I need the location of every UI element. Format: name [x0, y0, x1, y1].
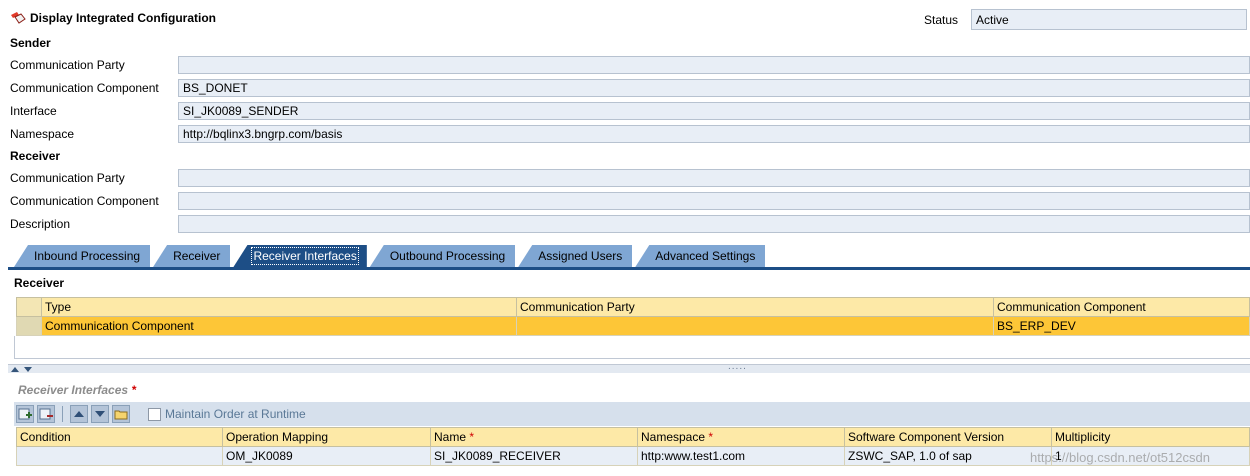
column-header-communication-component[interactable]: Communication Component	[993, 297, 1250, 317]
splitter-grip-icon[interactable]: .....	[728, 361, 747, 372]
row-selector[interactable]	[16, 316, 42, 336]
receiver-table-heading: Receiver	[14, 276, 65, 290]
cell-name[interactable]: SI_JK0089_RECEIVER	[430, 446, 638, 466]
cell-namespace[interactable]: http:www.test1.com	[637, 446, 845, 466]
receiver-interfaces-toolbar: Maintain Order at Runtime	[14, 402, 1250, 426]
column-header-operation-mapping[interactable]: Operation Mapping	[222, 427, 431, 447]
receiver-heading: Receiver	[10, 149, 61, 163]
select-all-cell[interactable]	[16, 297, 42, 317]
receiver-table: Type Communication Party Communication C…	[16, 297, 1250, 336]
sender-component-label: Communication Component	[10, 81, 159, 95]
cell-communication-component: BS_ERP_DEV	[993, 316, 1250, 336]
sender-interface-label: Interface	[10, 104, 57, 118]
column-header-multiplicity[interactable]: Multiplicity	[1051, 427, 1250, 447]
table-row[interactable]: Communication Component BS_ERP_DEV	[16, 316, 1250, 336]
cell-condition[interactable]	[16, 446, 223, 466]
tab-advanced-settings[interactable]: Advanced Settings	[635, 245, 766, 267]
open-folder-icon[interactable]	[112, 405, 130, 423]
tab-strip: Inbound Processing Receiver Receiver Int…	[14, 245, 768, 267]
sender-interface-field[interactable]: SI_JK0089_SENDER	[178, 102, 1250, 120]
tab-inbound-processing[interactable]: Inbound Processing	[14, 245, 151, 267]
page-title-text: Display Integrated Configuration	[30, 11, 217, 25]
receiver-table-empty-area	[14, 336, 1250, 359]
sender-heading: Sender	[10, 36, 51, 50]
receiver-party-label: Communication Party	[10, 171, 125, 185]
cell-operation-mapping[interactable]: OM_JK0089	[222, 446, 431, 466]
description-field[interactable]	[178, 215, 1250, 233]
cell-communication-party	[516, 316, 994, 336]
delete-line-icon[interactable]	[37, 405, 55, 423]
receiver-component-label: Communication Component	[10, 194, 159, 208]
integrated-configuration-icon	[11, 12, 26, 24]
status-field: Active	[971, 9, 1247, 30]
maintain-order-checkbox[interactable]	[148, 408, 161, 421]
splitter-bar[interactable]: .....	[8, 361, 1250, 373]
sender-namespace-label: Namespace	[10, 127, 75, 141]
tab-receiver-interfaces[interactable]: Receiver Interfaces	[233, 245, 367, 267]
maintain-order-label: Maintain Order at Runtime	[165, 407, 306, 421]
cell-type: Communication Component	[41, 316, 517, 336]
column-header-namespace[interactable]: Namespace *	[637, 427, 845, 447]
cell-software-component-version[interactable]: ZSWC_SAP, 1.0 of sap	[844, 446, 1052, 466]
status-label: Status	[924, 13, 959, 27]
tab-assigned-users[interactable]: Assigned Users	[518, 245, 633, 267]
collapse-arrows-icon[interactable]	[10, 365, 36, 373]
move-down-icon[interactable]	[91, 405, 109, 423]
column-header-communication-party[interactable]: Communication Party	[516, 297, 994, 317]
column-header-type[interactable]: Type	[41, 297, 517, 317]
page-title: Display Integrated Configuration	[10, 11, 216, 25]
insert-line-icon[interactable]	[16, 405, 34, 423]
move-up-icon[interactable]	[70, 405, 88, 423]
sender-party-label: Communication Party	[10, 58, 125, 72]
column-header-condition[interactable]: Condition	[16, 427, 223, 447]
receiver-party-field[interactable]	[178, 169, 1250, 187]
tab-underline	[8, 267, 1250, 270]
toolbar-separator	[62, 406, 63, 422]
description-label: Description	[10, 217, 71, 231]
sender-namespace-field[interactable]: http://bqlinx3.bngrp.com/basis	[178, 125, 1250, 143]
column-header-software-component-version[interactable]: Software Component Version	[844, 427, 1052, 447]
receiver-component-field[interactable]	[178, 192, 1250, 210]
tab-receiver[interactable]: Receiver	[153, 245, 231, 267]
tab-outbound-processing[interactable]: Outbound Processing	[369, 245, 516, 267]
column-header-name[interactable]: Name *	[430, 427, 638, 447]
watermark: https://blog.csdn.net/ot512csdn	[1030, 450, 1210, 465]
receiver-interfaces-heading: Receiver Interfaces *	[18, 383, 137, 397]
sender-component-field[interactable]: BS_DONET	[178, 79, 1250, 97]
sender-party-field[interactable]	[178, 56, 1250, 74]
